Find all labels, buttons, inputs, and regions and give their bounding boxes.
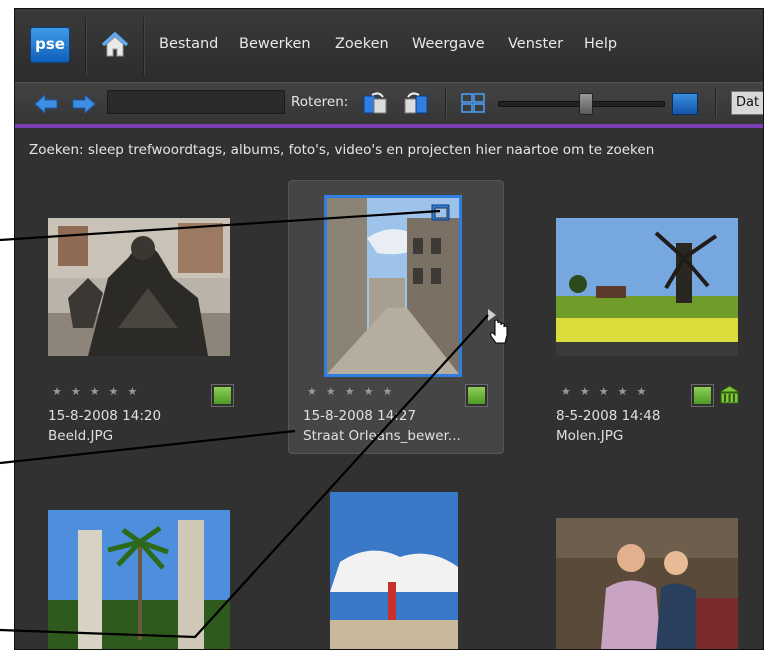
sort-dropdown[interactable]: Dat	[731, 91, 763, 115]
menu-divider	[85, 17, 87, 75]
photo-thumbnail[interactable]	[330, 492, 458, 650]
tag-icon	[465, 384, 488, 407]
menu-bar: pse Bestand Bewerken Zoeken Weergave Ven…	[15, 9, 763, 82]
single-photo-view-icon[interactable]	[672, 93, 698, 115]
rotate-label: Roteren:	[291, 94, 349, 110]
tag-icon	[211, 384, 234, 407]
toolbar-divider	[445, 88, 447, 118]
photo-filename: Straat Orleans_bewer...	[303, 428, 461, 444]
photo-thumbnail[interactable]	[556, 218, 738, 356]
photo-thumbnail[interactable]	[48, 510, 230, 650]
accent-bar	[15, 124, 763, 128]
photo-filename: Molen.JPG	[556, 428, 624, 444]
stack-icon[interactable]	[431, 204, 451, 222]
menu-weergave[interactable]: Weergave	[412, 36, 485, 52]
photo-date: 15-8-2008 14:27	[303, 408, 417, 424]
photo-thumbnail[interactable]	[48, 218, 230, 356]
tag-icon	[691, 384, 714, 407]
expand-stack-arrow-icon[interactable]	[485, 307, 511, 345]
forward-arrow-icon[interactable]	[71, 92, 97, 116]
menu-venster[interactable]: Venster	[508, 36, 563, 52]
home-icon[interactable]	[99, 29, 131, 61]
rating-stars[interactable]: ★★★★★	[52, 385, 146, 398]
photo-date: 15-8-2008 14:20	[48, 408, 162, 424]
photo-thumbnail-selected[interactable]	[324, 195, 462, 377]
toolbar-divider	[715, 88, 717, 118]
search-input[interactable]	[107, 90, 285, 114]
pse-logo: pse	[30, 27, 70, 63]
rating-stars[interactable]: ★★★★★	[561, 385, 655, 398]
photo-filename: Beeld.JPG	[48, 428, 114, 444]
rating-stars[interactable]: ★★★★★	[307, 385, 401, 398]
menu-help[interactable]: Help	[584, 36, 617, 52]
organizer-window: pse Bestand Bewerken Zoeken Weergave Ven…	[14, 8, 764, 650]
menu-bewerken[interactable]: Bewerken	[239, 36, 311, 52]
menu-bestand[interactable]: Bestand	[159, 36, 218, 52]
rotate-right-icon[interactable]	[403, 90, 429, 116]
menu-divider	[143, 17, 145, 75]
search-hint-text: Zoeken: sleep trefwoordtags, albums, fot…	[29, 142, 655, 158]
zoom-slider-thumb[interactable]	[579, 93, 593, 115]
grid-view-icon[interactable]	[460, 90, 486, 116]
album-icon	[718, 385, 741, 404]
back-arrow-icon[interactable]	[33, 92, 59, 116]
photo-thumbnail[interactable]	[556, 518, 738, 649]
rotate-left-icon[interactable]	[362, 90, 388, 116]
photo-date: 8-5-2008 14:48	[556, 408, 661, 424]
menu-zoeken[interactable]: Zoeken	[335, 36, 389, 52]
